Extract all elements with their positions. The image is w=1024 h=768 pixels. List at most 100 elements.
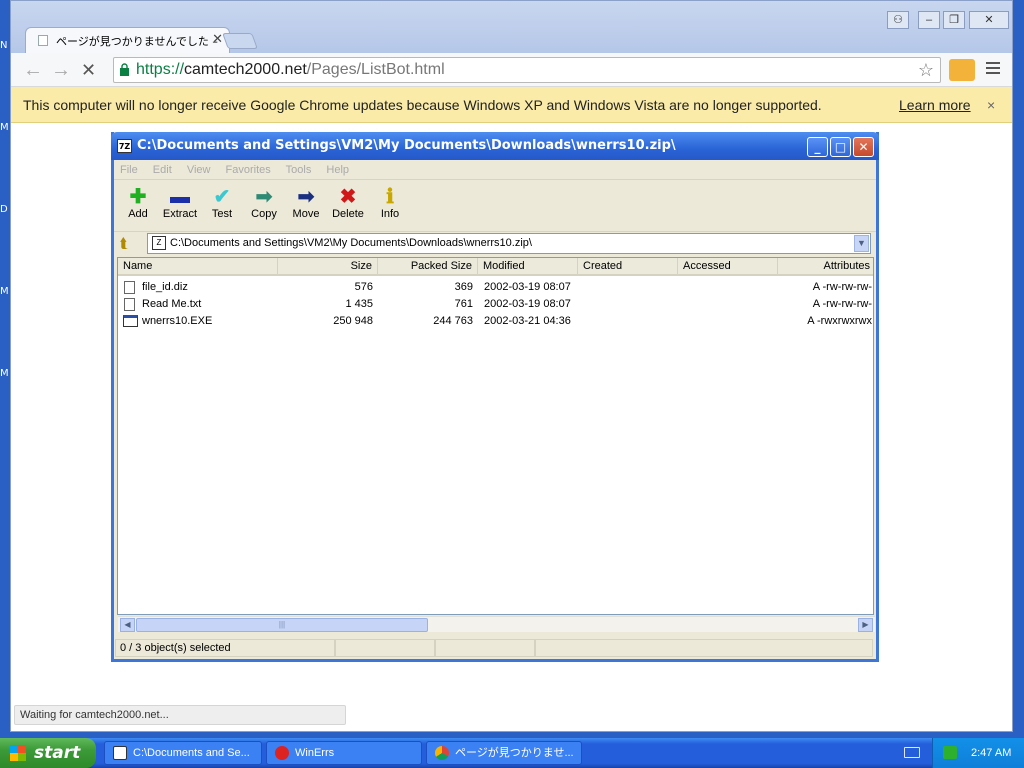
cell-modified: 2002-03-19 08:07 (484, 298, 571, 310)
menu-icon[interactable] (986, 62, 1000, 77)
tab-title: ページが見つかりませんでした – (56, 35, 218, 48)
column-modified[interactable]: Modified (478, 258, 578, 275)
tool-label: Add (128, 208, 148, 220)
infobar-close-icon[interactable]: × (987, 87, 995, 123)
sevenzip-app-icon: 7Z (117, 139, 132, 153)
maximize-button[interactable]: ❐ (943, 11, 965, 29)
close-button[interactable]: ✕ (853, 137, 874, 157)
window-title: C:\Documents and Settings\VM2\My Documen… (137, 138, 676, 153)
start-label: start (34, 743, 81, 763)
menu-favorites[interactable]: Favorites (226, 164, 271, 176)
column-attributes[interactable]: Attributes (778, 258, 875, 275)
menu-view[interactable]: View (187, 164, 211, 176)
sevenzip-window: 7Z C:\Documents and Settings\VM2\My Docu… (111, 132, 879, 662)
menu-edit[interactable]: Edit (153, 164, 172, 176)
keyboard-icon[interactable] (904, 747, 920, 758)
scroll-left-icon[interactable]: ◀ (120, 618, 135, 632)
url-protocol: https:// (136, 61, 185, 78)
cell-name: Read Me.txt (142, 298, 202, 310)
desktop-icon-label[interactable]: M (0, 368, 10, 379)
cell-accessed (684, 279, 784, 296)
tool-test-button[interactable]: ✔ Test (200, 186, 244, 220)
bookmark-star-icon[interactable]: ☆ (918, 58, 934, 82)
cell-attributes: A -rw-rw-rw- (812, 281, 872, 293)
taskbar-button-winerrs[interactable]: WinErrs (266, 741, 422, 765)
task-label: WinErrs (295, 747, 335, 759)
desktop-icon-label[interactable]: M (0, 286, 10, 297)
url-host: camtech2000.net (184, 61, 307, 78)
tool-delete-button[interactable]: ✖ Delete (326, 186, 370, 220)
task-label: ページが見つかりませ... (455, 747, 574, 759)
back-arrow-icon[interactable]: ← (23, 60, 43, 80)
column-packed-size[interactable]: Packed Size (378, 258, 478, 275)
desktop-icon-label[interactable]: D (0, 204, 10, 215)
tool-add-button[interactable]: ✚ Add (116, 186, 160, 220)
tool-copy-button[interactable]: ➡ Copy (242, 186, 286, 220)
info-icon: ℹ (386, 186, 394, 208)
table-row[interactable]: file_id.diz 576 369 2002-03-19 08:07 A -rw-r… (118, 279, 873, 296)
maximize-button[interactable]: □ (830, 137, 851, 157)
forward-arrow-icon[interactable]: → (51, 60, 71, 80)
file-list: Name Size Packed Size Modified Created A… (117, 257, 875, 632)
error-icon (275, 746, 289, 760)
column-name[interactable]: Name (118, 258, 278, 275)
network-icon[interactable] (943, 746, 957, 759)
cell-modified: 2002-03-21 04:36 (484, 315, 571, 327)
tab-strip: ページが見つかりませんでした – ✕ ⚇ – ❐ ✕ (11, 1, 1012, 54)
sevenzip-icon (113, 746, 127, 760)
table-row[interactable]: Read Me.txt 1 435 761 2002-03-19 08:07 A -rw… (118, 296, 873, 313)
menu-bar: File Edit View Favorites Tools Help (114, 160, 876, 180)
table-row[interactable]: wnerrs10.EXE 250 948 244 763 2002-03-21 04:… (118, 313, 873, 330)
status-segment (535, 639, 873, 657)
plus-icon: ✚ (129, 186, 147, 208)
taskbar-button-chrome[interactable]: ページが見つかりませ... (426, 741, 582, 765)
cell-attributes: A -rwxrwxrwx (807, 315, 872, 327)
desktop-icon-label[interactable]: N (0, 40, 10, 51)
lock-icon (120, 63, 129, 76)
column-created[interactable]: Created (578, 258, 678, 275)
url-path: /Pages/ListBot.html (306, 61, 445, 78)
tab-close-icon[interactable]: ✕ (212, 32, 223, 47)
close-button[interactable]: ✕ (969, 11, 1009, 29)
minimize-button[interactable]: – (918, 11, 940, 29)
learn-more-link[interactable]: Learn more (899, 87, 971, 123)
new-tab-button[interactable] (222, 33, 258, 49)
menu-tools[interactable]: Tools (286, 164, 312, 176)
address-row: ⮬ Z C:\Documents and Settings\VM2\My Doc… (114, 232, 876, 256)
text-file-icon (124, 281, 135, 294)
tool-move-button[interactable]: ➡ Move (284, 186, 328, 220)
profile-button[interactable]: ⚇ (887, 11, 909, 29)
chevron-down-icon[interactable]: ▼ (854, 235, 869, 252)
cell-name: wnerrs10.EXE (142, 315, 213, 327)
desktop-icon-label[interactable]: M (0, 122, 10, 133)
tool-label: Move (292, 208, 320, 220)
column-header: Name Size Packed Size Modified Created A… (118, 258, 873, 276)
scroll-right-icon[interactable]: ▶ (858, 618, 873, 632)
address-bar[interactable]: https://camtech2000.net/Pages/ListBot.ht… (113, 57, 941, 83)
horizontal-scrollbar[interactable]: ◀ ||| ▶ (118, 616, 875, 632)
scrollbar-thumb[interactable]: ||| (136, 618, 428, 632)
status-segment (435, 639, 535, 657)
extension-icon[interactable] (949, 59, 975, 81)
tool-info-button[interactable]: ℹ Info (368, 186, 412, 220)
column-size[interactable]: Size (278, 258, 378, 275)
status-bar: 0 / 3 object(s) selected (114, 637, 876, 659)
path-combobox[interactable]: Z C:\Documents and Settings\VM2\My Docum… (147, 233, 871, 254)
path-text: C:\Documents and Settings\VM2\My Documen… (170, 237, 532, 249)
tool-label: Extract (162, 208, 198, 220)
tool-extract-button[interactable]: ▬ Extract (158, 186, 202, 220)
cell-created (584, 279, 684, 296)
column-accessed[interactable]: Accessed (678, 258, 778, 275)
clock[interactable]: 2:47 AM (971, 747, 1011, 759)
minimize-button[interactable]: _ (807, 137, 828, 157)
sevenzip-titlebar[interactable]: 7Z C:\Documents and Settings\VM2\My Docu… (111, 132, 879, 160)
menu-file[interactable]: File (120, 164, 138, 176)
menu-help[interactable]: Help (326, 164, 349, 176)
folder-up-icon[interactable]: ⮬ (120, 235, 128, 252)
start-button[interactable]: start (0, 738, 96, 768)
taskbar-button-sevenzip[interactable]: C:\Documents and Se... (104, 741, 262, 765)
cell-created (584, 296, 684, 313)
browser-toolbar: ← → ✕ https://camtech2000.net/Pages/List… (11, 53, 1012, 87)
tab-active[interactable]: ページが見つかりませんでした – ✕ (25, 27, 230, 54)
stop-icon[interactable]: ✕ (81, 60, 96, 80)
